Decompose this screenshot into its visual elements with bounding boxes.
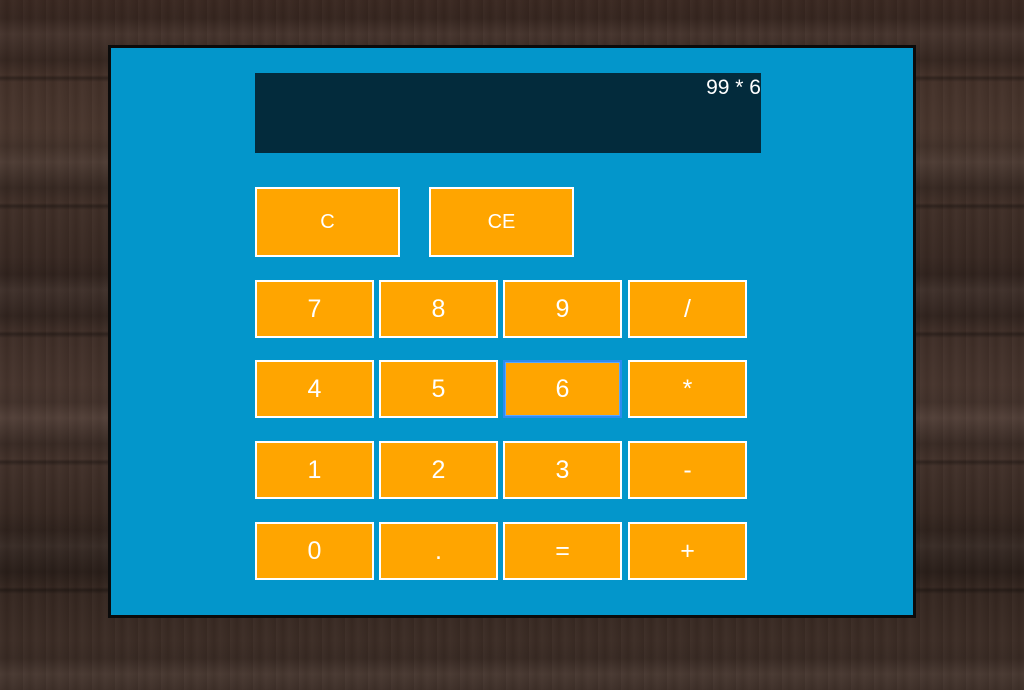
clear-entry-button[interactable]: CE bbox=[429, 187, 574, 257]
calculator-display: 99 * 6 bbox=[255, 73, 761, 153]
digit-2-button[interactable]: 2 bbox=[379, 441, 498, 499]
digit-7-button[interactable]: 7 bbox=[255, 280, 374, 338]
calculator-panel: 99 * 6 C CE 7 8 9 / 4 5 6 * 1 2 3 - 0 . … bbox=[108, 45, 916, 618]
digit-0-button[interactable]: 0 bbox=[255, 522, 374, 580]
digit-9-button[interactable]: 9 bbox=[503, 280, 622, 338]
decimal-button[interactable]: . bbox=[379, 522, 498, 580]
digit-6-button[interactable]: 6 bbox=[503, 360, 622, 418]
digit-5-button[interactable]: 5 bbox=[379, 360, 498, 418]
add-button[interactable]: + bbox=[628, 522, 747, 580]
equals-button[interactable]: = bbox=[503, 522, 622, 580]
digit-8-button[interactable]: 8 bbox=[379, 280, 498, 338]
subtract-button[interactable]: - bbox=[628, 441, 747, 499]
clear-button[interactable]: C bbox=[255, 187, 400, 257]
multiply-button[interactable]: * bbox=[628, 360, 747, 418]
digit-4-button[interactable]: 4 bbox=[255, 360, 374, 418]
digit-1-button[interactable]: 1 bbox=[255, 441, 374, 499]
digit-3-button[interactable]: 3 bbox=[503, 441, 622, 499]
divide-button[interactable]: / bbox=[628, 280, 747, 338]
